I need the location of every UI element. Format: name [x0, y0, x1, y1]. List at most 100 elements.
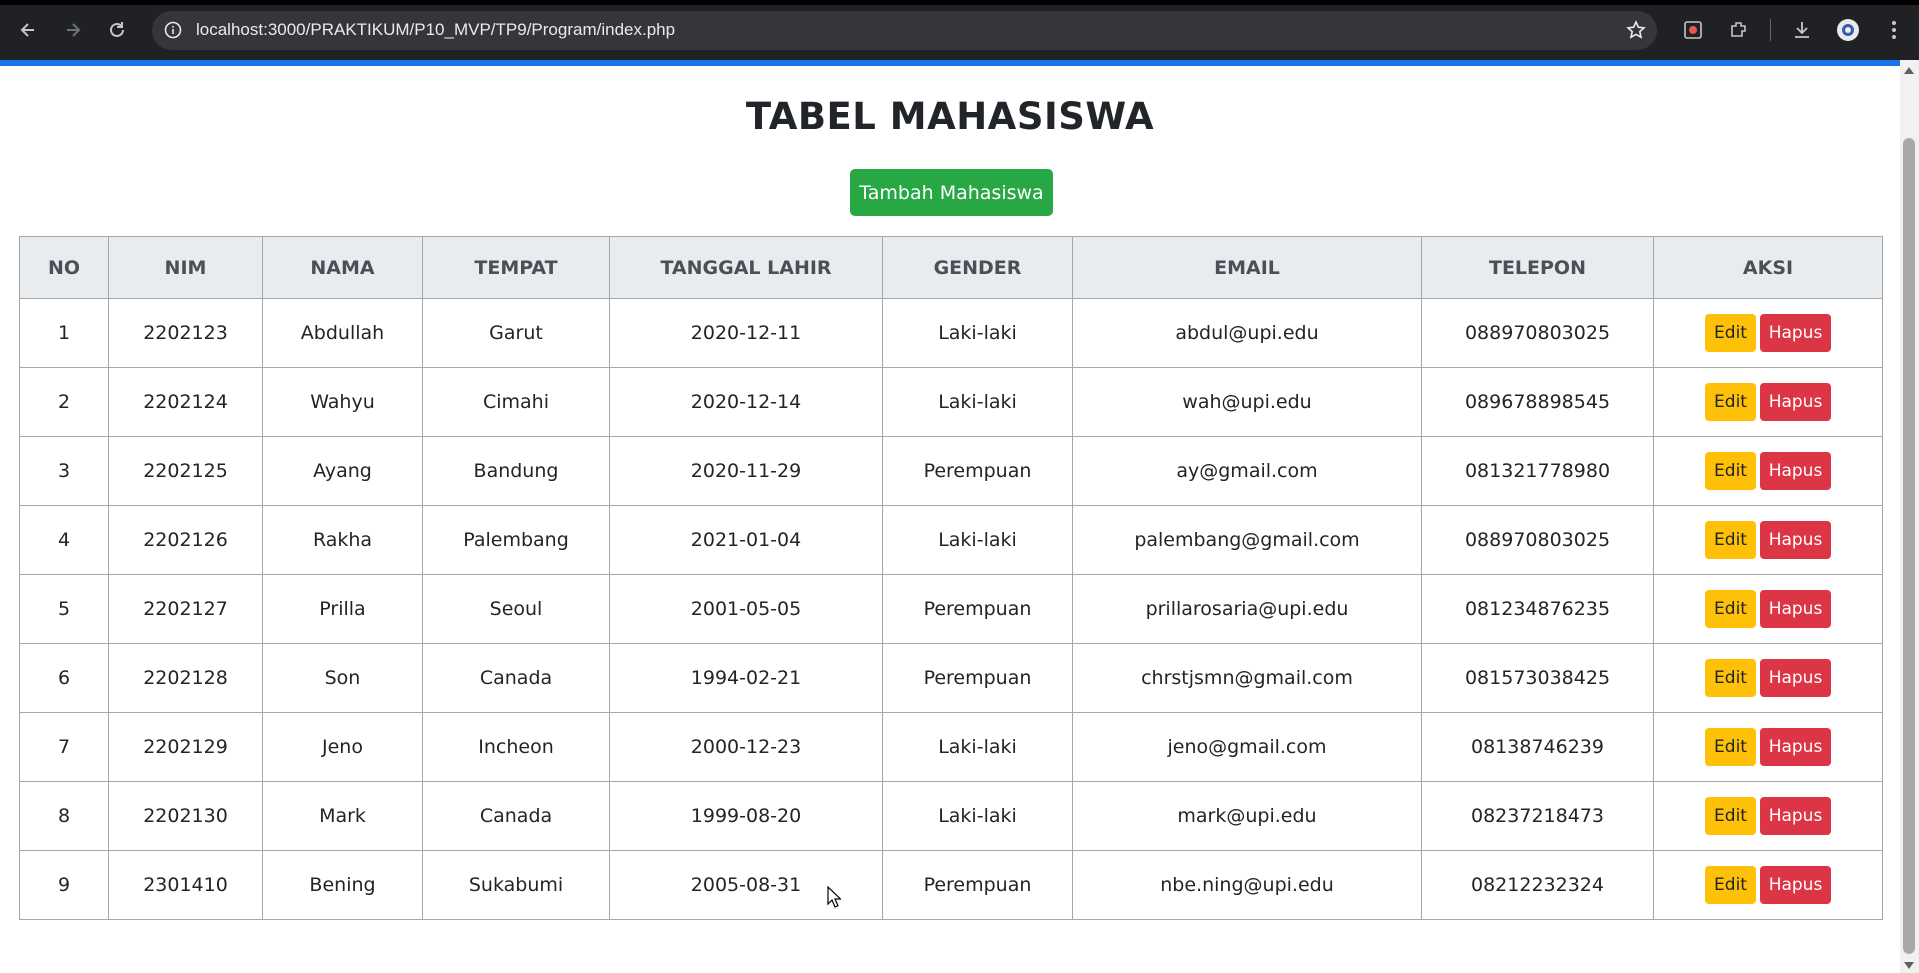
cell-tempat: Bandung [422, 436, 610, 506]
download-icon[interactable] [1788, 16, 1816, 44]
edit-button[interactable]: Edit [1705, 590, 1756, 628]
cell-tempat: Canada [422, 643, 610, 713]
students-table: NO NIM NAMA TEMPAT TANGGAL LAHIR GENDER … [19, 236, 1883, 920]
cell-no: 2 [19, 367, 109, 437]
add-student-button[interactable]: Tambah Mahasiswa [850, 169, 1053, 216]
cell-no: 6 [19, 643, 109, 713]
delete-button[interactable]: Hapus [1760, 383, 1831, 421]
cell-nama: Abdullah [262, 298, 423, 368]
cell-tanggal-lahir: 1994-02-21 [609, 643, 883, 713]
address-bar[interactable]: localhost:3000/PRAKTIKUM/P10_MVP/TP9/Pro… [152, 11, 1657, 50]
delete-button[interactable]: Hapus [1760, 797, 1831, 835]
table-row: 4 2202126 Rakha Palembang 2021-01-04 Laki-lak… [19, 505, 1883, 575]
cell-nim: 2202127 [108, 574, 263, 644]
cell-telepon: 081234876235 [1421, 574, 1654, 644]
table-row: 9 2301410 Bening Sukabumi 2005-08-31 Perempua… [19, 850, 1883, 920]
cell-gender: Laki-laki [882, 298, 1073, 368]
cell-gender: Perempuan [882, 850, 1073, 920]
delete-button[interactable]: Hapus [1760, 521, 1831, 559]
cell-email: ay@gmail.com [1072, 436, 1422, 506]
cell-aksi: Edit Hapus [1653, 436, 1883, 506]
cell-aksi: Edit Hapus [1653, 850, 1883, 920]
edit-button[interactable]: Edit [1705, 866, 1756, 904]
cell-no: 3 [19, 436, 109, 506]
cell-gender: Laki-laki [882, 781, 1073, 851]
table-row: 8 2202130 Mark Canada 1999-08-20 Laki-laki mar… [19, 781, 1883, 851]
cell-no: 7 [19, 712, 109, 782]
bookmark-star-icon[interactable] [1625, 19, 1647, 41]
reload-icon[interactable] [101, 14, 133, 46]
cell-telepon: 088970803025 [1421, 298, 1654, 368]
cell-tanggal-lahir: 2021-01-04 [609, 505, 883, 575]
cell-gender: Laki-laki [882, 712, 1073, 782]
table-row: 6 2202128 Son Canada 1994-02-21 Perempuan chrs… [19, 643, 1883, 713]
edit-button[interactable]: Edit [1705, 659, 1756, 697]
cell-nama: Prilla [262, 574, 423, 644]
cell-tempat: Sukabumi [422, 850, 610, 920]
delete-button[interactable]: Hapus [1760, 866, 1831, 904]
url-text[interactable]: localhost:3000/PRAKTIKUM/P10_MVP/TP9/Pro… [196, 20, 675, 40]
cell-gender: Laki-laki [882, 505, 1073, 575]
cell-nim: 2202124 [108, 367, 263, 437]
delete-button[interactable]: Hapus [1760, 659, 1831, 697]
edit-button[interactable]: Edit [1705, 797, 1756, 835]
cell-email: mark@upi.edu [1072, 781, 1422, 851]
scroll-up-arrow-icon[interactable] [1904, 67, 1914, 74]
header-no: NO [19, 236, 109, 299]
edit-button[interactable]: Edit [1705, 314, 1756, 352]
scroll-thumb[interactable] [1903, 138, 1915, 954]
delete-button[interactable]: Hapus [1760, 314, 1831, 352]
cell-tempat: Incheon [422, 712, 610, 782]
cell-telepon: 089678898545 [1421, 367, 1654, 437]
cell-nim: 2202126 [108, 505, 263, 575]
extensions-icon[interactable] [1725, 16, 1753, 44]
header-aksi: AKSI [1653, 236, 1883, 299]
cell-nim: 2202128 [108, 643, 263, 713]
cell-aksi: Edit Hapus [1653, 505, 1883, 575]
cell-tempat: Seoul [422, 574, 610, 644]
cell-nama: Jeno [262, 712, 423, 782]
delete-button[interactable]: Hapus [1760, 452, 1831, 490]
cell-aksi: Edit Hapus [1653, 781, 1883, 851]
scroll-down-arrow-icon[interactable] [1904, 962, 1914, 969]
header-tanggal-lahir: TANGGAL LAHIR [609, 236, 883, 299]
header-telepon: TELEPON [1421, 236, 1654, 299]
window-top-edge [0, 0, 1919, 5]
browser-toolbar: localhost:3000/PRAKTIKUM/P10_MVP/TP9/Pro… [0, 0, 1919, 60]
cell-no: 9 [19, 850, 109, 920]
page-title: TABEL MAHASISWA [745, 95, 1155, 138]
menu-kebab-icon[interactable] [1880, 16, 1908, 44]
cell-tanggal-lahir: 2020-12-14 [609, 367, 883, 437]
cell-nama: Ayang [262, 436, 423, 506]
cell-tanggal-lahir: 1999-08-20 [609, 781, 883, 851]
delete-button[interactable]: Hapus [1760, 728, 1831, 766]
cell-telepon: 088970803025 [1421, 505, 1654, 575]
cell-email: abdul@upi.edu [1072, 298, 1422, 368]
profile-avatar-icon[interactable] [1834, 16, 1862, 44]
edit-button[interactable]: Edit [1705, 452, 1756, 490]
cell-email: chrstjsmn@gmail.com [1072, 643, 1422, 713]
table-row: 2 2202124 Wahyu Cimahi 2020-12-14 Laki-laki wa… [19, 367, 1883, 437]
back-icon[interactable] [12, 14, 44, 46]
cell-no: 5 [19, 574, 109, 644]
cell-gender: Perempuan [882, 643, 1073, 713]
screen-record-icon[interactable] [1679, 16, 1707, 44]
site-info-icon[interactable] [162, 19, 184, 41]
cell-telepon: 08237218473 [1421, 781, 1654, 851]
cell-gender: Perempuan [882, 574, 1073, 644]
delete-button[interactable]: Hapus [1760, 590, 1831, 628]
cell-nim: 2202130 [108, 781, 263, 851]
cell-email: wah@upi.edu [1072, 367, 1422, 437]
table-row: 5 2202127 Prilla Seoul 2001-05-05 Perempuan pr… [19, 574, 1883, 644]
edit-button[interactable]: Edit [1705, 521, 1756, 559]
cell-email: nbe.ning@upi.edu [1072, 850, 1422, 920]
header-tempat: TEMPAT [422, 236, 610, 299]
forward-icon[interactable] [57, 14, 89, 46]
edit-button[interactable]: Edit [1705, 728, 1756, 766]
vertical-scrollbar[interactable] [1900, 60, 1919, 973]
edit-button[interactable]: Edit [1705, 383, 1756, 421]
cell-nama: Bening [262, 850, 423, 920]
cell-no: 1 [19, 298, 109, 368]
table-header-row: NO NIM NAMA TEMPAT TANGGAL LAHIR GENDER … [19, 236, 1883, 299]
cell-email: palembang@gmail.com [1072, 505, 1422, 575]
